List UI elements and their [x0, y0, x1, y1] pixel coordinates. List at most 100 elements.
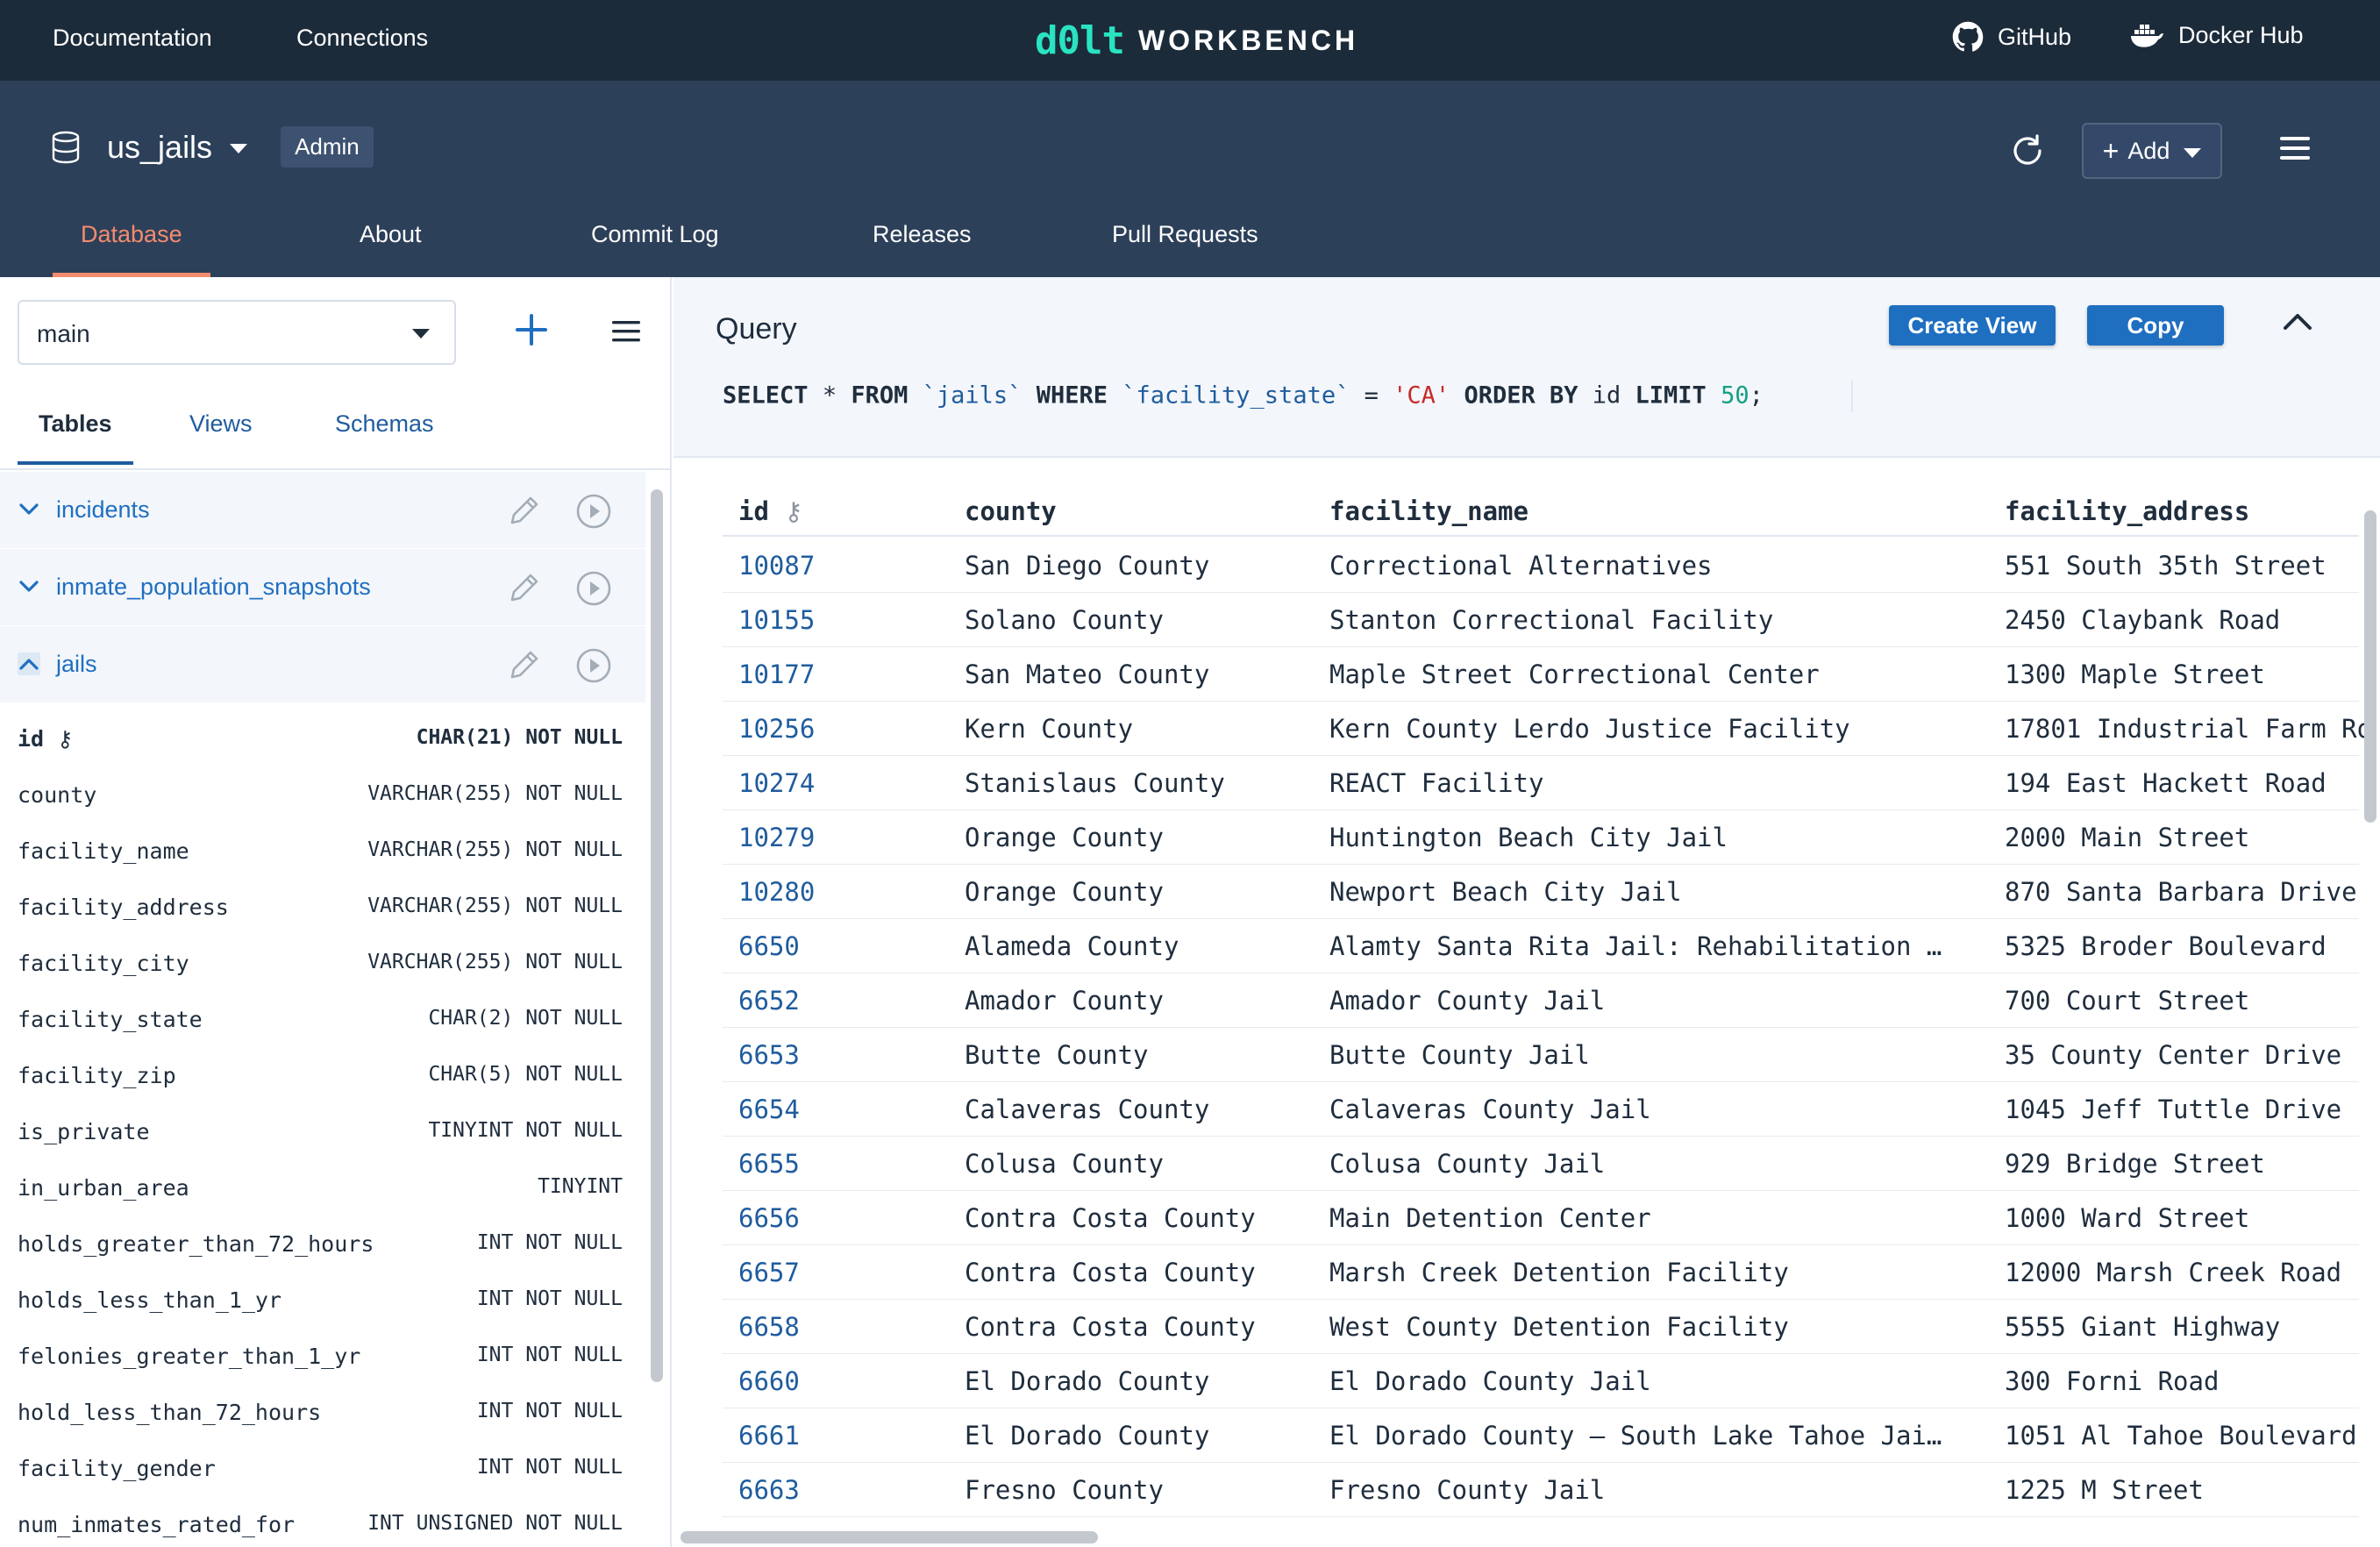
table-cell[interactable]: El Dorado County [965, 1421, 1315, 1451]
table-row[interactable]: 6663 Fresno County Fresno County Jail 1225 … [723, 1463, 2359, 1517]
table-cell[interactable]: 35 County Center Drive [2005, 1040, 2373, 1070]
table-row[interactable]: 10279 Orange County Huntington Beach City … [723, 810, 2359, 865]
chevron-up-icon[interactable] [2282, 309, 2313, 333]
workbench-logo[interactable]: d0lt WORKBENCH [1035, 16, 1358, 65]
table-cell[interactable]: Amador County [965, 986, 1315, 1016]
table-row[interactable]: 10280 Orange County Newport Beach City Jai… [723, 865, 2359, 919]
new-branch-plus-icon[interactable] [514, 312, 549, 347]
table-cell[interactable]: Kern County Lerdo Justice Facility [1329, 714, 1978, 744]
table-row[interactable]: 10155 Solano County Stanton Correctional F… [723, 593, 2359, 647]
table-row[interactable]: 6656 Contra Costa County Main Detention Ce… [723, 1191, 2359, 1245]
table-cell[interactable]: Stanislaus County [965, 768, 1315, 798]
play-icon[interactable] [575, 570, 612, 607]
table-cell[interactable]: 1300 Maple Street [2005, 659, 2373, 689]
play-icon[interactable] [575, 647, 612, 684]
table-cell[interactable]: Colusa County [965, 1149, 1315, 1179]
sql-query-text[interactable]: SELECT * FROM `jails` WHERE `facility_st… [723, 381, 1853, 412]
table-cell[interactable]: 700 Court Street [2005, 986, 2373, 1016]
table-cell[interactable]: 10274 [738, 768, 949, 798]
table-cell[interactable]: 10177 [738, 659, 949, 689]
table-cell[interactable]: 6663 [738, 1475, 949, 1505]
edit-pencil-icon[interactable] [507, 647, 542, 682]
github-link[interactable]: GitHub [1952, 21, 2071, 53]
table-cell[interactable]: Stanton Correctional Facility [1329, 605, 1978, 635]
copy-button[interactable]: Copy [2087, 305, 2224, 346]
sidebar-scrollbar[interactable] [649, 472, 666, 1547]
table-cell[interactable]: Newport Beach City Jail [1329, 877, 1978, 907]
table-cell[interactable]: 1045 Jeff Tuttle Drive [2005, 1094, 2373, 1124]
dockerhub-link[interactable]: Docker Hub [2129, 21, 2304, 49]
table-cell[interactable]: Contra Costa County [965, 1312, 1315, 1342]
horizontal-scrollbar[interactable] [681, 1529, 2347, 1545]
tab-pull-requests[interactable]: Pull Requests [1112, 221, 1258, 277]
header-cell[interactable]: id ⚷ [738, 496, 803, 526]
table-cell[interactable]: San Mateo County [965, 659, 1315, 689]
table-cell[interactable]: 2000 Main Street [2005, 823, 2373, 852]
table-cell[interactable]: 551 South 35th Street [2005, 551, 2373, 581]
table-row[interactable]: 6653 Butte County Butte County Jail 35 Coun… [723, 1028, 2359, 1082]
table-cell[interactable]: 2450 Claybank Road [2005, 605, 2373, 635]
table-cell[interactable]: West County Detention Facility [1329, 1312, 1978, 1342]
table-row[interactable]: 6650 Alameda County Alamty Santa Rita Jail… [723, 919, 2359, 973]
hamburger-menu-icon[interactable] [2280, 137, 2310, 160]
scrollbar-thumb[interactable] [681, 1531, 1098, 1543]
table-cell[interactable]: 6661 [738, 1421, 949, 1451]
table-row[interactable]: 10256 Kern County Kern County Lerdo Justic… [723, 702, 2372, 756]
header-cell[interactable]: county [965, 496, 1057, 526]
table-row[interactable]: 6661 El Dorado County El Dorado County – S… [723, 1408, 2359, 1463]
table-cell[interactable]: 5325 Broder Boulevard [2005, 931, 2373, 961]
table-cell[interactable]: 6652 [738, 986, 949, 1016]
subtab-schemas[interactable]: Schemas [335, 410, 434, 438]
table-item-inmate-population-snapshots[interactable]: inmate_population_snapshots [0, 549, 645, 626]
table-row[interactable]: 6660 El Dorado County El Dorado County Jai… [723, 1354, 2359, 1408]
table-cell[interactable]: REACT Facility [1329, 768, 1978, 798]
header-cell[interactable]: facility_address [2005, 496, 2249, 526]
table-cell[interactable]: Alameda County [965, 931, 1315, 961]
table-cell[interactable]: 10087 [738, 551, 949, 581]
table-cell[interactable]: 870 Santa Barbara Drive [2005, 877, 2373, 907]
add-button[interactable]: + Add [2082, 123, 2222, 179]
table-name[interactable]: jails [56, 651, 97, 678]
table-cell[interactable]: Colusa County Jail [1329, 1149, 1978, 1179]
table-cell[interactable]: Maple Street Correctional Center [1329, 659, 1978, 689]
table-row[interactable]: 6657 Contra Costa County Marsh Creek Deten… [723, 1245, 2359, 1300]
refresh-icon[interactable] [2008, 132, 2047, 170]
table-cell[interactable]: El Dorado County – South Lake Tahoe Jai… [1329, 1421, 1978, 1451]
table-item-jails[interactable]: jails [0, 626, 645, 703]
table-cell[interactable]: 10279 [738, 823, 949, 852]
table-cell[interactable]: Butte County Jail [1329, 1040, 1978, 1070]
table-cell[interactable]: Butte County [965, 1040, 1315, 1070]
tab-database[interactable]: Database [53, 221, 210, 277]
table-name[interactable]: incidents [56, 496, 150, 524]
nav-documentation[interactable]: Documentation [53, 25, 212, 52]
table-cell[interactable]: 6656 [738, 1203, 949, 1233]
table-cell[interactable]: Marsh Creek Detention Facility [1329, 1258, 1978, 1287]
table-cell[interactable]: 1000 Ward Street [2005, 1203, 2373, 1233]
subtab-tables[interactable]: Tables [18, 410, 132, 465]
nav-connections[interactable]: Connections [296, 25, 428, 52]
tab-releases[interactable]: Releases [873, 221, 972, 277]
table-cell[interactable]: 1225 M Street [2005, 1475, 2373, 1505]
table-cell[interactable]: 10256 [738, 714, 949, 744]
table-cell[interactable]: 6650 [738, 931, 949, 961]
scrollbar-thumb[interactable] [651, 489, 663, 1382]
table-cell[interactable]: Kern County [965, 714, 1315, 744]
chevron-up-icon[interactable] [18, 652, 40, 675]
table-cell[interactable]: Contra Costa County [965, 1258, 1315, 1287]
table-cell[interactable]: 12000 Marsh Creek Road [2005, 1258, 2373, 1287]
database-name[interactable]: us_jails [107, 129, 212, 166]
table-cell[interactable]: Alamty Santa Rita Jail: Rehabilitation … [1329, 931, 1978, 961]
table-cell[interactable]: Orange County [965, 823, 1315, 852]
table-cell[interactable]: 6654 [738, 1094, 949, 1124]
chevron-down-icon[interactable] [18, 575, 40, 598]
table-cell[interactable]: 6655 [738, 1149, 949, 1179]
tab-about[interactable]: About [360, 221, 422, 277]
table-cell[interactable]: 10280 [738, 877, 949, 907]
table-cell[interactable]: Correctional Alternatives [1329, 551, 1978, 581]
table-cell[interactable]: 17801 Industrial Farm Ro [2005, 714, 2373, 744]
table-cell[interactable]: 10155 [738, 605, 949, 635]
chevron-down-icon[interactable] [18, 498, 40, 521]
table-row[interactable]: 10087 San Diego County Correctional Altern… [723, 538, 2359, 593]
table-name[interactable]: inmate_population_snapshots [56, 574, 371, 601]
table-cell[interactable]: El Dorado County Jail [1329, 1366, 1978, 1396]
